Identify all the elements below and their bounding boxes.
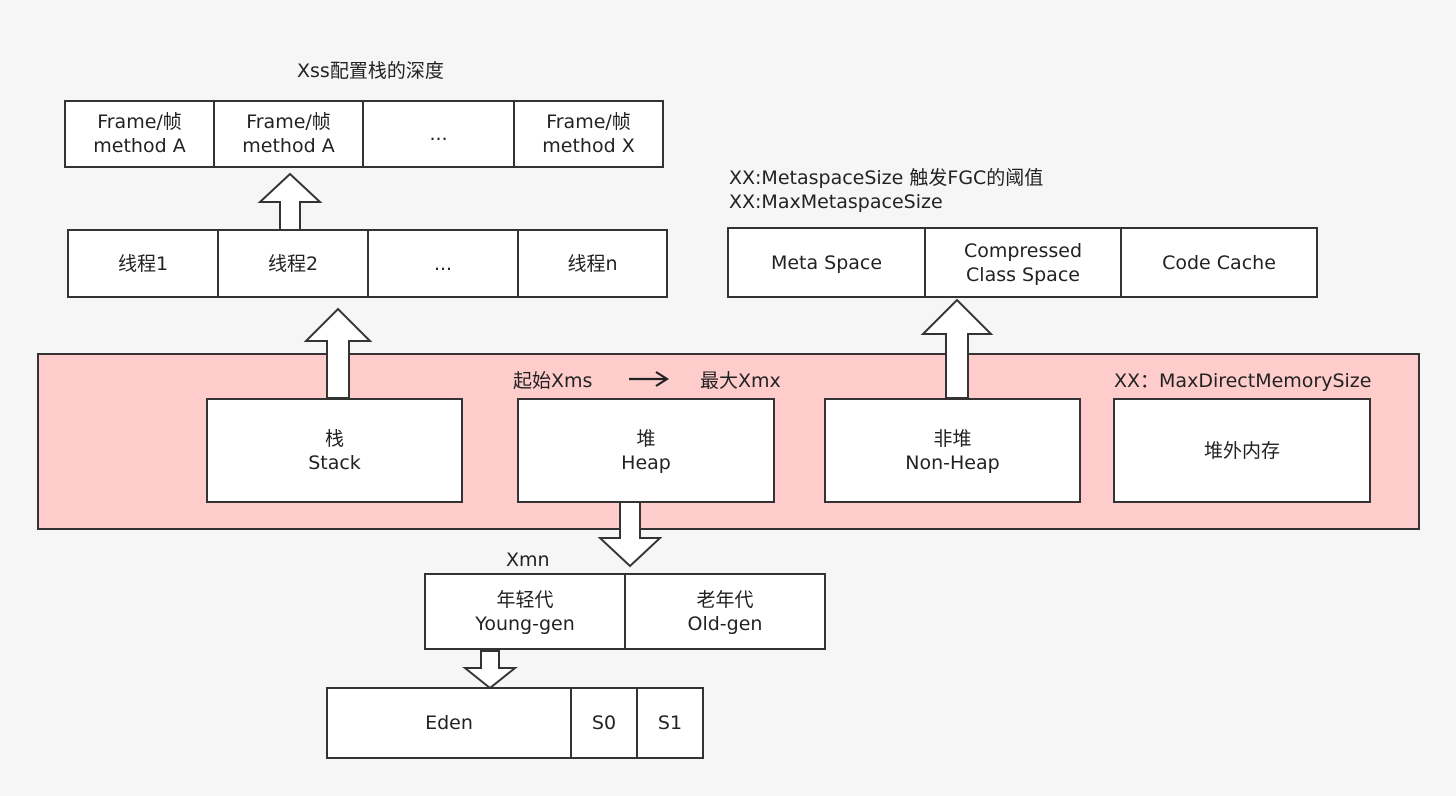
old-gen-line1: 老年代 (696, 588, 754, 611)
arrow-right-xms-to-xmx-icon (629, 371, 670, 387)
code-cache-line1: Code Cache (1162, 251, 1276, 274)
thread-cell: 线程2 (217, 229, 369, 298)
direct-memory-label: XX：MaxDirectMemorySize (1114, 370, 1372, 392)
metaspace-cell: Meta Space (727, 227, 926, 298)
metaspace-line1: Meta Space (770, 251, 883, 274)
thread-cell: 线程1 (67, 229, 219, 298)
arrow-up-stack-to-thread-icon (303, 307, 373, 399)
stack-depth-label: Xss配置栈的深度 (297, 60, 444, 82)
young-gen-line2: Young-gen (475, 612, 575, 635)
old-gen-line2: Old-gen (687, 612, 763, 635)
compressed-line2: Class Space (966, 263, 1080, 286)
frame-cell: Frame/帧 method A (64, 100, 215, 168)
frame-line1: Frame/帧 (546, 111, 631, 133)
off-heap-area: 堆外内存 (1113, 398, 1371, 503)
arrow-down-heap-to-gen-icon (597, 501, 663, 568)
arrow-up-nonheap-to-metaspace-icon (920, 298, 994, 399)
non-heap-area: 非堆 Non-Heap (824, 398, 1081, 503)
heap-line2: Heap (621, 451, 671, 474)
thread-cell: 线程n (517, 229, 668, 298)
survivor-s0-cell: S0 (570, 687, 638, 759)
old-gen-cell: 老年代 Old-gen (624, 573, 826, 650)
frame-line1: Frame/帧 (246, 111, 331, 133)
stack-area: 栈 Stack (206, 398, 463, 503)
stack-line2: Stack (308, 451, 361, 474)
max-metaspace-size-label: XX:MaxMetaspaceSize (729, 191, 943, 213)
heap-start-label: 起始Xms (513, 370, 593, 392)
s0-label: S0 (591, 712, 617, 734)
off-heap-line1: 堆外内存 (1203, 439, 1280, 462)
young-gen-cell: 年轻代 Young-gen (424, 573, 626, 650)
metaspace-size-label: XX:MetaspaceSize 触发FGC的阈值 (729, 167, 1044, 189)
code-cache-cell: Code Cache (1120, 227, 1318, 298)
thread-label: 线程n (567, 252, 618, 275)
survivor-s1-cell: S1 (636, 687, 704, 759)
frame-cell: Frame/帧 method X (513, 100, 664, 168)
s1-label: S1 (657, 712, 683, 734)
stack-line1: 栈 (324, 427, 344, 450)
heap-line1: 堆 (636, 427, 656, 450)
frame-cell: ... (362, 100, 515, 168)
non-heap-line1: 非堆 (933, 427, 972, 450)
thread-label: 线程1 (117, 252, 169, 275)
compressed-line1: Compressed (963, 239, 1083, 262)
frame-line1: Frame/帧 (97, 111, 182, 133)
arrow-up-thread-to-frame-icon (257, 172, 323, 231)
frame-cell: Frame/帧 method A (213, 100, 364, 168)
frame-line2: method X (542, 135, 635, 157)
xmn-label: Xmn (506, 549, 550, 571)
thread-cell: ... (367, 229, 519, 298)
frame-line1: ... (429, 123, 448, 145)
eden-cell: Eden (326, 687, 572, 759)
eden-label: Eden (425, 712, 473, 734)
heap-area: 堆 Heap (517, 398, 775, 503)
non-heap-line2: Non-Heap (905, 451, 1000, 474)
thread-label: 线程2 (267, 252, 319, 275)
thread-label: ... (433, 252, 453, 275)
heap-max-label: 最大Xmx (700, 370, 781, 392)
arrow-down-young-to-eden-icon (462, 650, 518, 690)
frame-line2: method A (93, 135, 186, 157)
compressed-class-space-cell: Compressed Class Space (924, 227, 1122, 298)
frame-line2: method A (242, 135, 335, 157)
young-gen-line1: 年轻代 (496, 588, 554, 611)
